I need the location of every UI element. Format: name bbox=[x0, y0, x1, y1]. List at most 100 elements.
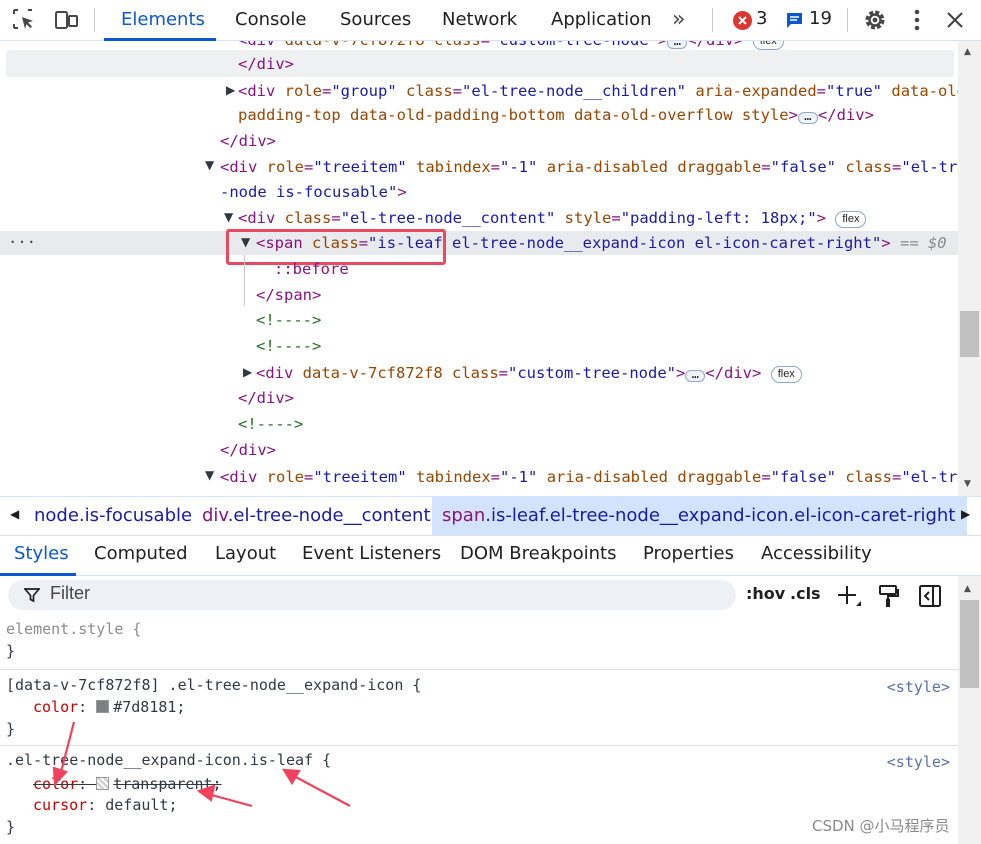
tab-dom-breakpoints[interactable]: DOM Breakpoints bbox=[460, 536, 616, 574]
tab-accessibility[interactable]: Accessibility bbox=[761, 536, 872, 574]
scrollbar-thumb[interactable] bbox=[960, 600, 979, 688]
rule-selector[interactable]: element.style { bbox=[6, 620, 141, 638]
error-count[interactable]: 3 bbox=[756, 8, 767, 29]
expand-caret-down-icon[interactable]: ▼ bbox=[205, 468, 214, 482]
paint-format-icon[interactable] bbox=[878, 584, 900, 608]
dom-line-custom-tree-node-top[interactable]: <div data-v-7cf872f8 class="custom-tree-… bbox=[238, 41, 784, 51]
tab-sources[interactable]: Sources bbox=[340, 0, 411, 41]
styles-pane-scrollbar[interactable]: ▲ bbox=[958, 576, 981, 844]
breadcrumb-item[interactable]: node.is-focusable bbox=[34, 497, 192, 535]
dom-line-treeitem[interactable]: <div role="treeitem" tabindex="-1" aria-… bbox=[220, 156, 958, 178]
class-toggle[interactable]: .cls bbox=[790, 584, 821, 603]
filter-input[interactable]: Filter bbox=[8, 580, 736, 610]
dom-line-group-children-wrap[interactable]: padding-top data-old-padding-bottom data… bbox=[238, 104, 874, 126]
property-value[interactable]: default; bbox=[105, 796, 177, 814]
property-name[interactable]: cursor bbox=[33, 796, 87, 814]
scroll-down-arrow-icon[interactable]: ▼ bbox=[964, 479, 971, 489]
attr-value: "-1" bbox=[500, 158, 538, 176]
settings-gear-icon[interactable] bbox=[862, 7, 888, 33]
tab-event-listeners[interactable]: Event Listeners bbox=[302, 536, 441, 574]
dom-line-custom-tree-node[interactable]: <div data-v-7cf872f8 class="custom-tree-… bbox=[256, 362, 802, 384]
color-swatch[interactable] bbox=[96, 700, 110, 713]
html-comment: <!----> bbox=[256, 311, 322, 329]
attr-name: tabindex bbox=[416, 158, 491, 176]
flex-badge[interactable]: flex bbox=[752, 41, 784, 50]
new-style-rule-icon[interactable] bbox=[837, 584, 863, 608]
flex-badge[interactable]: flex bbox=[770, 366, 802, 383]
more-tabs-button[interactable]: » bbox=[672, 0, 685, 41]
expand-caret-down-icon[interactable]: ▼ bbox=[205, 158, 214, 172]
rule-source-link[interactable]: <style> bbox=[887, 753, 950, 771]
breadcrumb-scroll-left-icon[interactable]: ◀ bbox=[10, 507, 19, 521]
tab-network[interactable]: Network bbox=[442, 0, 517, 41]
scrollbar-thumb[interactable] bbox=[960, 311, 979, 357]
tab-styles[interactable]: Styles bbox=[14, 536, 69, 574]
transparent-swatch[interactable] bbox=[96, 777, 110, 790]
attr-name: aria-expanded bbox=[695, 82, 817, 100]
expand-caret-right-icon[interactable]: ▶ bbox=[226, 83, 235, 97]
attr-name: padding-top data-old-padding-bottom data… bbox=[238, 106, 789, 124]
dom-line-div-close[interactable]: </div> bbox=[220, 130, 276, 152]
message-icon[interactable] bbox=[786, 12, 803, 28]
tag-open: <div bbox=[220, 468, 258, 486]
tab-properties[interactable]: Properties bbox=[643, 536, 734, 574]
message-count[interactable]: 19 bbox=[809, 8, 832, 29]
dom-line-treeitem[interactable]: <div role="treeitem" tabindex="-1" aria-… bbox=[220, 466, 958, 488]
dom-line-comment[interactable]: <!----> bbox=[238, 413, 303, 435]
dom-line-group-children[interactable]: <div role="group" class="el-tree-node__c… bbox=[238, 80, 958, 102]
flex-badge[interactable]: flex bbox=[835, 211, 867, 228]
tag-close: </div> bbox=[705, 364, 762, 382]
tab-elements[interactable]: Elements bbox=[121, 0, 205, 41]
tab-computed[interactable]: Computed bbox=[94, 536, 188, 574]
hover-state-toggle[interactable]: :hov bbox=[746, 584, 785, 603]
dom-line-div-close[interactable]: </div> bbox=[238, 53, 294, 75]
declaration-color[interactable]: color: #7d8181; bbox=[33, 698, 185, 716]
dom-panel-scrollbar[interactable]: ▲ ▼ bbox=[958, 41, 981, 496]
dom-line-div-close[interactable]: </div> bbox=[238, 387, 294, 409]
row-actions-dots[interactable]: ··· bbox=[8, 231, 36, 253]
rule-expand-icon[interactable]: [data-v-7cf872f8] .el-tree-node__expand-… bbox=[0, 670, 958, 746]
scroll-up-arrow-icon[interactable]: ▲ bbox=[964, 47, 971, 57]
collapsed-ellipsis[interactable]: … bbox=[667, 41, 688, 49]
rule-source-link[interactable]: <style> bbox=[887, 678, 950, 696]
tab-application[interactable]: Application bbox=[551, 0, 652, 41]
property-name[interactable]: color bbox=[33, 698, 78, 716]
error-icon[interactable] bbox=[733, 11, 752, 30]
scroll-up-arrow-icon[interactable]: ▲ bbox=[964, 584, 971, 594]
tab-console[interactable]: Console bbox=[235, 0, 306, 41]
declaration-color-overridden[interactable]: color: transparent; bbox=[33, 775, 222, 793]
expand-caret-down-icon[interactable]: ▼ bbox=[224, 210, 233, 224]
dom-line-comment[interactable]: <!----> bbox=[256, 309, 321, 331]
collapsed-ellipsis[interactable]: … bbox=[797, 110, 818, 124]
more-vertical-icon[interactable] bbox=[907, 9, 927, 31]
device-toolbar-icon[interactable] bbox=[54, 8, 80, 32]
attr-value: "el-tree-node__content" bbox=[340, 209, 556, 227]
collapsed-ellipsis[interactable]: … bbox=[685, 368, 706, 382]
breadcrumb-item[interactable]: div.el-tree-node__content bbox=[202, 497, 431, 535]
dom-line-div-close[interactable]: </div> bbox=[220, 439, 276, 461]
dom-line-tree-node-content[interactable]: <div class="el-tree-node__content" style… bbox=[238, 207, 867, 229]
property-name[interactable]: color bbox=[33, 775, 78, 793]
rule-selector[interactable]: .el-tree-node__expand-icon.is-leaf { bbox=[6, 751, 331, 769]
dom-line-before-pseudo[interactable]: ::before bbox=[274, 258, 349, 280]
property-value[interactable]: #7d8181; bbox=[113, 698, 185, 716]
breadcrumb-item-selected[interactable]: span.is-leaf.el-tree-node__expand-icon.e… bbox=[432, 497, 968, 535]
attr-name: class bbox=[845, 468, 893, 486]
declaration-cursor[interactable]: cursor: default; bbox=[33, 796, 178, 814]
tag-open: <div bbox=[238, 82, 276, 100]
close-icon[interactable] bbox=[945, 10, 965, 30]
dom-line-comment[interactable]: <!----> bbox=[256, 335, 321, 357]
rule-element-style[interactable]: element.style { } bbox=[0, 614, 958, 670]
attr-name: role bbox=[266, 468, 304, 486]
toggle-sidebar-icon[interactable] bbox=[918, 584, 942, 608]
element-breadcrumbs: ◀ node.is-focusable div.el-tree-node__co… bbox=[0, 496, 981, 536]
dom-line-treeitem-wrap[interactable]: -node is-focusable"> bbox=[220, 181, 407, 203]
expand-caret-right-icon[interactable]: ▶ bbox=[243, 365, 252, 379]
rule-selector[interactable]: [data-v-7cf872f8] .el-tree-node__expand-… bbox=[6, 676, 421, 694]
dom-line-span-close[interactable]: </span> bbox=[256, 284, 321, 306]
inspect-element-icon[interactable] bbox=[12, 8, 38, 32]
attr-value: -node is-focusable" bbox=[220, 183, 398, 201]
breadcrumb-scroll-right-icon[interactable]: ▶ bbox=[961, 507, 970, 521]
tab-layout[interactable]: Layout bbox=[215, 536, 276, 574]
property-value[interactable]: transparent; bbox=[113, 775, 221, 793]
